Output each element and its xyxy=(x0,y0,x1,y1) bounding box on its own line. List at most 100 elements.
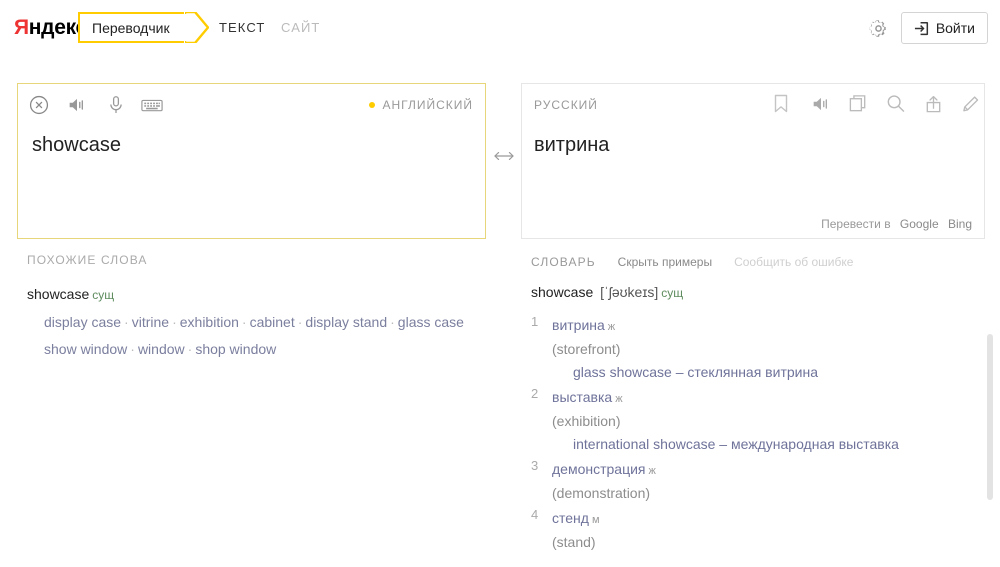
login-button[interactable]: Войти xyxy=(901,12,988,44)
synonym-row: display case·vitrine·exhibition·cabinet·… xyxy=(44,312,464,333)
synonym-item[interactable]: exhibition xyxy=(180,314,239,330)
settings-button[interactable] xyxy=(868,18,889,39)
dictionary-meaning: 2 выставкаж (exhibition) international s… xyxy=(531,386,976,455)
source-language-selector[interactable]: Английский xyxy=(369,98,473,112)
bookmark-icon xyxy=(772,93,790,115)
target-toolbar: Русский xyxy=(522,84,984,126)
meaning-term[interactable]: выставкаж xyxy=(552,386,976,410)
gear-icon xyxy=(868,18,889,39)
similar-words-title: Похожие слова xyxy=(27,253,492,267)
translate-workspace: Английский showcase Русский xyxy=(0,56,1000,567)
meaning-number: 2 xyxy=(531,386,545,401)
meaning-example: international showcase – международная в… xyxy=(573,433,976,455)
tab-dictionary[interactable]: Словарь xyxy=(531,255,596,269)
meaning-gloss: (demonstration) xyxy=(552,482,976,504)
synonym-item[interactable]: window xyxy=(138,341,185,357)
clear-icon xyxy=(28,94,50,116)
keyboard-icon xyxy=(140,94,164,116)
meaning-term-text: витрина xyxy=(552,317,605,333)
app-header: Яндекс Переводчик Текст Сайт Войти xyxy=(0,0,1000,56)
similar-headword-pos: сущ xyxy=(92,288,114,302)
source-toolbar: Английский xyxy=(18,84,485,126)
synonym-item[interactable]: cabinet xyxy=(250,314,295,330)
yandex-logo[interactable]: Яндекс xyxy=(14,16,87,40)
service-badge-label: Переводчик xyxy=(92,20,170,36)
dictionary-meaning: 4 стендм (stand) xyxy=(531,507,976,553)
edit-button[interactable] xyxy=(961,93,983,116)
synonym-item[interactable]: display stand xyxy=(305,314,387,330)
copy-button[interactable] xyxy=(848,93,870,116)
synonym-separator: · xyxy=(130,341,135,357)
meaning-gloss: (stand) xyxy=(552,531,976,553)
similar-headword-text: showcase xyxy=(27,286,89,302)
meaning-term-text: демонстрация xyxy=(552,461,646,477)
report-error-link[interactable]: Сообщить об ошибке xyxy=(734,255,853,269)
meaning-term[interactable]: демонстрацияж xyxy=(552,458,976,482)
meaning-number: 3 xyxy=(531,458,545,473)
share-icon xyxy=(923,93,944,115)
copy-icon xyxy=(848,93,869,114)
target-language-selector[interactable]: Русский xyxy=(534,98,598,112)
dictionary-scrollbar-thumb[interactable] xyxy=(987,334,993,500)
meaning-gender: ж xyxy=(649,465,656,477)
tab-text-label: Текст xyxy=(219,20,265,35)
synonym-item[interactable]: vitrine xyxy=(132,314,169,330)
bookmark-button[interactable] xyxy=(772,93,794,116)
search-icon xyxy=(885,93,906,114)
speaker-icon xyxy=(66,94,88,116)
dictionary-meaning: 3 демонстрацияж (demonstration) xyxy=(531,458,976,504)
keyboard-button[interactable] xyxy=(140,94,162,116)
tab-text[interactable]: Текст xyxy=(219,20,265,35)
auto-detect-indicator xyxy=(369,102,375,108)
meaning-gloss: (storefront) xyxy=(552,338,976,360)
clear-text-button[interactable] xyxy=(28,94,50,116)
service-badge-translator[interactable]: Переводчик xyxy=(78,12,184,43)
meaning-gloss: (exhibition) xyxy=(552,410,976,432)
source-panel: Английский showcase xyxy=(17,83,486,239)
target-speaker-button[interactable] xyxy=(810,93,832,116)
synonym-row: show window·window·shop window xyxy=(44,339,464,360)
external-translate-links: Перевести в Google Bing xyxy=(821,217,972,231)
search-button[interactable] xyxy=(885,93,907,116)
microphone-button[interactable] xyxy=(105,94,127,116)
meaning-term[interactable]: витринаж xyxy=(552,314,976,338)
external-translate-label: Перевести в xyxy=(821,217,890,231)
swap-arrows-icon xyxy=(494,149,514,163)
meaning-term[interactable]: стендм xyxy=(552,507,976,531)
microphone-icon xyxy=(105,94,127,116)
meaning-gender: ж xyxy=(608,321,615,333)
tab-site-label: Сайт xyxy=(281,20,320,35)
login-button-label: Войти xyxy=(936,20,975,36)
source-language-label: Английский xyxy=(382,98,473,112)
translate-google-link[interactable]: Google xyxy=(900,217,939,231)
dictionary-body: showcase [ˈʃəʊkeɪs]сущ 1 витринаж (store… xyxy=(531,284,976,567)
share-button[interactable] xyxy=(923,93,945,116)
target-panel: Русский xyxy=(521,83,985,239)
dictionary-pos: сущ xyxy=(661,286,683,300)
synonym-item[interactable]: shop window xyxy=(195,341,276,357)
dictionary-tabs: Словарь Скрыть примеры Сообщить об ошибк… xyxy=(531,255,853,269)
translate-bing-link[interactable]: Bing xyxy=(948,217,972,231)
synonym-item[interactable]: show window xyxy=(44,341,127,357)
source-text-input[interactable]: showcase xyxy=(32,132,471,158)
meaning-number: 4 xyxy=(531,507,545,522)
tab-site[interactable]: Сайт xyxy=(281,20,320,35)
meaning-term-text: стенд xyxy=(552,510,589,526)
dictionary-headword-text: showcase xyxy=(531,284,593,300)
synonym-item[interactable]: display case xyxy=(44,314,121,330)
synonym-separator: · xyxy=(124,314,129,330)
hide-examples-link[interactable]: Скрыть примеры xyxy=(618,255,712,269)
swap-languages-button[interactable] xyxy=(494,149,514,163)
source-speaker-button[interactable] xyxy=(66,94,88,116)
synonym-separator: · xyxy=(390,314,395,330)
dictionary-meaning: 1 витринаж (storefront) glass showcase –… xyxy=(531,314,976,383)
meaning-number: 1 xyxy=(531,314,545,329)
synonym-separator: · xyxy=(242,314,247,330)
dictionary-headword: showcase [ˈʃəʊkeɪs]сущ xyxy=(531,284,976,300)
synonym-separator: · xyxy=(298,314,303,330)
synonym-item[interactable]: glass case xyxy=(398,314,464,330)
login-arrow-icon xyxy=(914,21,929,36)
dictionary-ipa: [ˈʃəʊkeɪs] xyxy=(600,284,658,300)
edit-pencil-icon xyxy=(961,93,982,114)
synonym-separator: · xyxy=(188,341,193,357)
